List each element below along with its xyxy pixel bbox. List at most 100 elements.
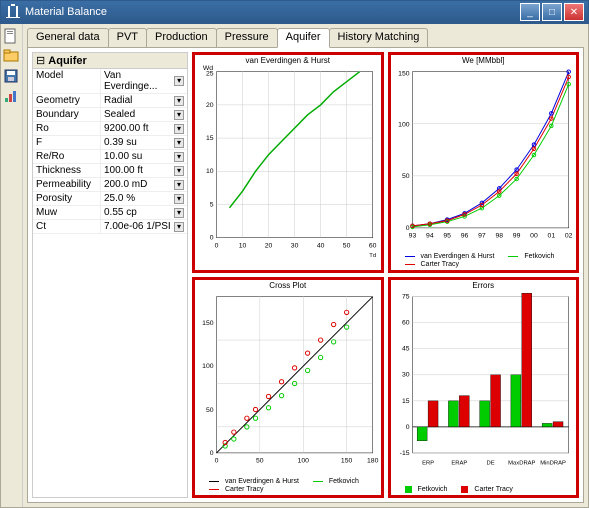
property-value[interactable]: 100.00 ft▾ bbox=[101, 164, 187, 177]
property-row[interactable]: Ro9200.00 ft▾ bbox=[33, 122, 187, 136]
property-value[interactable]: Sealed▾ bbox=[101, 108, 187, 121]
svg-text:0: 0 bbox=[405, 424, 409, 431]
dropdown-icon[interactable]: ▾ bbox=[174, 124, 184, 134]
tab-history-matching[interactable]: History Matching bbox=[329, 28, 429, 47]
property-value[interactable]: 0.55 cp▾ bbox=[101, 206, 187, 219]
tab-general-data[interactable]: General data bbox=[27, 28, 109, 47]
property-name: Thickness bbox=[33, 164, 101, 177]
chart-frame-veh: van Everdingen & Hurst bbox=[192, 52, 384, 273]
svg-text:20: 20 bbox=[265, 242, 273, 249]
svg-text:ERAP: ERAP bbox=[451, 461, 467, 467]
property-row[interactable]: BoundarySealed▾ bbox=[33, 108, 187, 122]
tab-production[interactable]: Production bbox=[146, 28, 217, 47]
svg-text:5: 5 bbox=[210, 201, 214, 208]
dropdown-icon[interactable]: ▾ bbox=[174, 110, 184, 120]
svg-text:30: 30 bbox=[291, 242, 299, 249]
tab-pressure[interactable]: Pressure bbox=[216, 28, 278, 47]
property-row[interactable]: Ct7.00e-06 1/PSI▾ bbox=[33, 220, 187, 234]
close-button[interactable]: ✕ bbox=[564, 3, 584, 21]
chart-title: van Everdingen & Hurst bbox=[195, 56, 381, 65]
svg-text:ERP: ERP bbox=[422, 461, 434, 467]
property-row[interactable]: Muw0.55 cp▾ bbox=[33, 206, 187, 220]
property-value[interactable]: Radial▾ bbox=[101, 94, 187, 107]
dropdown-icon[interactable]: ▾ bbox=[174, 194, 184, 204]
property-row[interactable]: Thickness100.00 ft▾ bbox=[33, 164, 187, 178]
svg-text:50: 50 bbox=[401, 173, 409, 180]
dropdown-icon[interactable]: ▾ bbox=[174, 208, 184, 218]
chart-title: Errors bbox=[391, 281, 577, 290]
svg-text:180: 180 bbox=[367, 458, 379, 465]
tab-body: Aquifer ModelVan Everdinge...▾GeometryRa… bbox=[27, 48, 584, 503]
property-value[interactable]: 0.39 su▾ bbox=[101, 136, 187, 149]
property-value[interactable]: 7.00e-06 1/PSI▾ bbox=[101, 220, 187, 233]
svg-text:02: 02 bbox=[564, 233, 572, 240]
save-icon[interactable] bbox=[3, 68, 19, 84]
svg-text:50: 50 bbox=[206, 407, 214, 414]
svg-text:15: 15 bbox=[206, 135, 214, 142]
dropdown-icon[interactable]: ▾ bbox=[174, 166, 184, 176]
svg-text:50: 50 bbox=[343, 242, 351, 249]
svg-text:0: 0 bbox=[405, 225, 409, 232]
property-grid[interactable]: Aquifer ModelVan Everdinge...▾GeometryRa… bbox=[32, 52, 188, 498]
dropdown-icon[interactable]: ▾ bbox=[174, 138, 184, 148]
svg-text:150: 150 bbox=[398, 71, 410, 78]
property-row[interactable]: ModelVan Everdinge...▾ bbox=[33, 69, 187, 94]
dropdown-icon[interactable]: ▾ bbox=[174, 76, 184, 86]
chart-we-mmbbl[interactable]: We [MMbbl] 050100150 9394959697989 bbox=[391, 55, 577, 270]
chart-cross-plot[interactable]: Cross Plot 050100150 bbox=[195, 280, 381, 495]
svg-text:DE: DE bbox=[486, 461, 494, 467]
svg-text:45: 45 bbox=[401, 346, 409, 353]
property-name: Muw bbox=[33, 206, 101, 219]
property-value[interactable]: 200.0 mD▾ bbox=[101, 178, 187, 191]
svg-text:150: 150 bbox=[341, 458, 353, 465]
dropdown-icon[interactable]: ▾ bbox=[174, 96, 184, 106]
property-section-header[interactable]: Aquifer bbox=[33, 53, 187, 69]
property-row[interactable]: Re/Ro10.00 su▾ bbox=[33, 150, 187, 164]
property-value[interactable]: 25.0 %▾ bbox=[101, 192, 187, 205]
main-panel: General data PVT Production Pressure Aqu… bbox=[23, 24, 588, 507]
property-row[interactable]: GeometryRadial▾ bbox=[33, 94, 187, 108]
chart-frame-we: We [MMbbl] 050100150 9394959697989 bbox=[388, 52, 580, 273]
chart-frame-crossplot: Cross Plot 050100150 bbox=[192, 277, 384, 498]
svg-text:98: 98 bbox=[495, 233, 503, 240]
svg-text:100: 100 bbox=[298, 458, 310, 465]
property-name: Ct bbox=[33, 220, 101, 233]
svg-text:0: 0 bbox=[210, 450, 214, 457]
folder-icon[interactable] bbox=[3, 48, 19, 64]
chart-errors[interactable]: Errors -1501530456075 ERPERAPDEMaxDRAPMi… bbox=[391, 280, 577, 495]
property-value[interactable]: Van Everdinge...▾ bbox=[101, 69, 187, 93]
property-name: Geometry bbox=[33, 94, 101, 107]
property-row[interactable]: Porosity25.0 %▾ bbox=[33, 192, 187, 206]
svg-text:Td: Td bbox=[369, 253, 376, 259]
svg-text:20: 20 bbox=[206, 102, 214, 109]
property-row[interactable]: F0.39 su▾ bbox=[33, 136, 187, 150]
property-name: Porosity bbox=[33, 192, 101, 205]
chart-grid: van Everdingen & Hurst bbox=[192, 52, 579, 498]
minimize-button[interactable]: _ bbox=[520, 3, 540, 21]
property-value[interactable]: 9200.00 ft▾ bbox=[101, 122, 187, 135]
dropdown-icon[interactable]: ▾ bbox=[174, 152, 184, 162]
document-icon[interactable] bbox=[3, 28, 19, 44]
property-name: Permeability bbox=[33, 178, 101, 191]
tab-pvt[interactable]: PVT bbox=[108, 28, 147, 47]
dropdown-icon[interactable]: ▾ bbox=[174, 222, 184, 232]
maximize-button[interactable]: □ bbox=[542, 3, 562, 21]
chart-van-everdingen-hurst[interactable]: van Everdingen & Hurst bbox=[195, 55, 381, 270]
svg-text:60: 60 bbox=[401, 320, 409, 327]
property-name: Re/Ro bbox=[33, 150, 101, 163]
svg-text:00: 00 bbox=[530, 233, 538, 240]
dropdown-icon[interactable]: ▾ bbox=[174, 180, 184, 190]
window-title: Material Balance bbox=[25, 6, 520, 18]
property-row[interactable]: Permeability200.0 mD▾ bbox=[33, 178, 187, 192]
svg-text:30: 30 bbox=[401, 372, 409, 379]
property-name: Model bbox=[33, 69, 101, 93]
svg-text:100: 100 bbox=[398, 121, 410, 128]
chart-icon[interactable] bbox=[3, 88, 19, 104]
property-value[interactable]: 10.00 su▾ bbox=[101, 150, 187, 163]
chart-legend: Fetkovich Carter Tracy bbox=[405, 486, 575, 494]
tab-aquifer[interactable]: Aquifer bbox=[277, 28, 330, 48]
chart-legend: van Everdingen & Hurst Fetkovich Carter … bbox=[405, 253, 575, 269]
svg-text:-15: -15 bbox=[399, 450, 409, 457]
svg-text:01: 01 bbox=[547, 233, 555, 240]
svg-text:150: 150 bbox=[202, 320, 214, 327]
